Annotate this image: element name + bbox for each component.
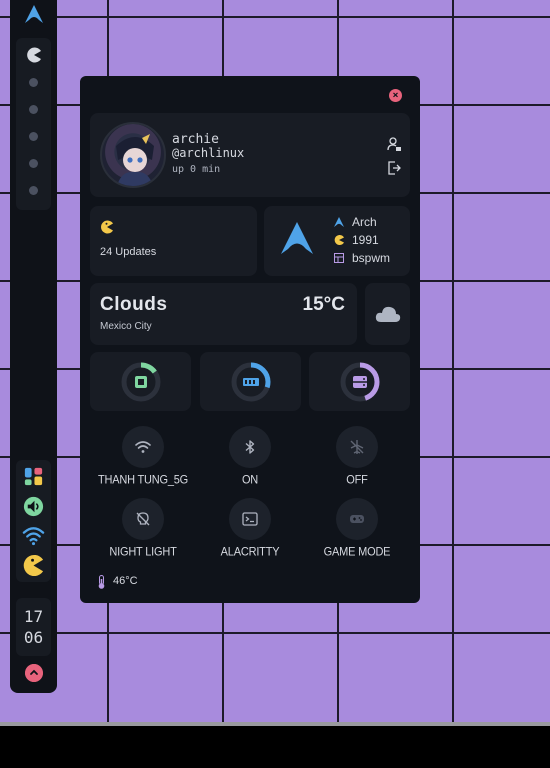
pacman-icon[interactable]	[26, 47, 42, 63]
cpu-temperature-text: 46°C	[113, 575, 138, 587]
profile-handle: @archlinux	[172, 146, 245, 160]
terminal-icon	[242, 512, 258, 526]
cpu-monitor-card	[90, 352, 191, 411]
game-mode-toggle-button[interactable]	[336, 498, 378, 540]
volume-icon[interactable]	[22, 495, 45, 518]
wifi-toggle-button[interactable]	[122, 426, 164, 468]
bluetooth-toggle-button[interactable]	[229, 426, 271, 468]
system-tray	[16, 460, 51, 582]
updates-text: 24 Updates	[100, 246, 157, 258]
wifi-toggle[interactable]: THANH TUNG_5G	[93, 426, 193, 496]
window-manager-icon	[334, 253, 344, 263]
weather-temperature: 15°C	[302, 294, 345, 315]
clock: 17 06	[16, 598, 51, 656]
game-mode-toggle[interactable]: GAME MODE	[307, 498, 407, 568]
cpu-usage-ring	[121, 362, 161, 402]
workspace-switcher	[16, 38, 51, 210]
ram-icon	[243, 378, 259, 386]
weather-city: Mexico City	[100, 321, 152, 332]
uptime-text: up 0 min	[172, 164, 221, 175]
apps-grid-icon[interactable]	[22, 465, 45, 488]
control-center-panel: × archie @archlinux up 0 min 24 Updates …	[80, 76, 420, 603]
workspace-dot-3[interactable]	[29, 105, 38, 114]
workspace-dot-5[interactable]	[29, 159, 38, 168]
profile-card: archie @archlinux up 0 min	[90, 113, 410, 197]
workspace-dot-4[interactable]	[29, 132, 38, 141]
user-lock-icon[interactable]	[387, 137, 401, 151]
wifi-label: THANH TUNG_5G	[97, 473, 189, 487]
bluetooth-icon	[245, 440, 255, 454]
workspace-dot-6[interactable]	[29, 186, 38, 195]
airplane-toggle[interactable]: OFF	[307, 426, 407, 496]
updates-card[interactable]: 24 Updates	[90, 206, 257, 276]
arch-logo-icon[interactable]	[24, 4, 44, 24]
cpu-icon	[135, 376, 147, 388]
wifi-icon	[135, 441, 151, 453]
side-bar: 17 06	[10, 0, 57, 693]
arch-logo-icon	[281, 222, 313, 254]
pacman-icon[interactable]	[22, 554, 45, 577]
airplane-toggle-button[interactable]	[336, 426, 378, 468]
airplane-label: OFF	[346, 473, 368, 487]
gamepad-icon	[350, 515, 364, 523]
distro-year: 1991	[352, 233, 379, 247]
workspace-dot-2[interactable]	[29, 78, 38, 87]
night-light-toggle-button[interactable]	[122, 498, 164, 540]
pacman-icon	[101, 220, 113, 234]
weather-condition: Clouds	[100, 294, 168, 315]
logout-icon[interactable]	[387, 161, 401, 175]
profile-name: archie	[172, 132, 219, 147]
night-light-label: NIGHT LIGHT	[109, 545, 177, 559]
game-mode-label: GAME MODE	[323, 545, 391, 559]
ram-usage-ring	[231, 362, 271, 402]
screen-bottom-area	[0, 726, 550, 768]
weather-icon-card	[365, 283, 410, 345]
disk-monitor-card	[309, 352, 410, 411]
night-light-icon	[136, 512, 150, 526]
arch-logo-icon	[334, 217, 344, 227]
disk-usage-ring	[340, 362, 380, 402]
night-light-toggle[interactable]: NIGHT LIGHT	[93, 498, 193, 568]
terminal-label: ALACRITTY	[220, 545, 280, 559]
terminal-toggle[interactable]: ALACRITTY	[200, 498, 300, 568]
distro-wm: bspwm	[352, 251, 391, 265]
pacman-icon	[334, 235, 344, 245]
close-icon[interactable]: ×	[389, 89, 402, 102]
weather-card: Clouds 15°C Mexico City	[90, 283, 357, 345]
disk-icon	[353, 376, 367, 388]
distro-info-card: Arch 1991 bspwm	[264, 206, 410, 276]
terminal-toggle-button[interactable]	[229, 498, 271, 540]
thermometer-icon	[98, 575, 105, 589]
bluetooth-toggle[interactable]: ON	[200, 426, 300, 496]
bluetooth-label: ON	[241, 473, 259, 487]
wifi-icon[interactable]	[22, 524, 45, 547]
power-icon[interactable]	[25, 664, 43, 682]
clock-minute: 06	[23, 628, 44, 647]
distro-os: Arch	[352, 215, 377, 229]
ram-monitor-card	[200, 352, 301, 411]
avatar	[100, 122, 166, 188]
airplane-icon	[350, 440, 364, 454]
cloud-icon	[375, 306, 401, 322]
clock-hour: 17	[23, 607, 44, 626]
